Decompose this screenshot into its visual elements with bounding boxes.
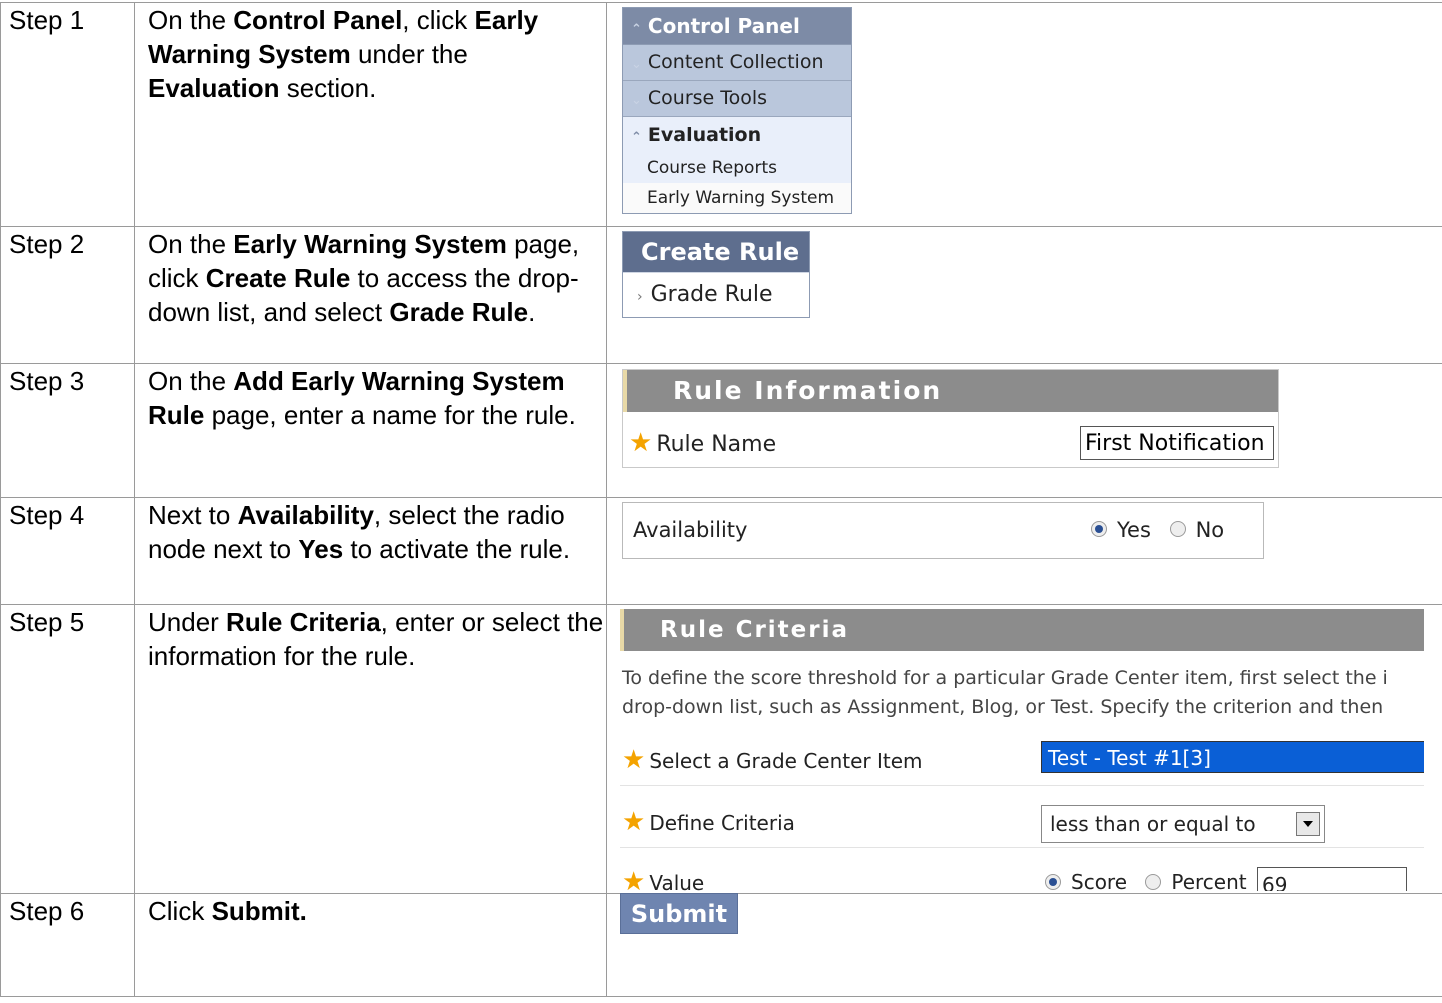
- step-row-1: Step 1 On the Control Panel, click Early…: [0, 2, 1442, 227]
- control-panel-item-content-collection[interactable]: ⌄ Content Collection: [623, 45, 851, 81]
- step-screenshot-cell: Create Rule › Grade Rule: [606, 226, 1442, 364]
- value-row: ★ Value Score Percent 69: [620, 853, 1424, 891]
- create-rule-button[interactable]: Create Rule: [623, 232, 809, 272]
- rule-name-input[interactable]: First Notification: [1080, 426, 1274, 460]
- control-panel: ⌃ Control Panel ⌄ Content Collection ⌄ Cour…: [622, 7, 852, 214]
- step-instruction: Under Rule Criteria, enter or select the…: [134, 604, 607, 894]
- availability-no-radio[interactable]: [1169, 521, 1186, 537]
- availability-no-label: No: [1195, 518, 1225, 542]
- rule-criteria-header: Rule Criteria: [620, 609, 1424, 651]
- availability-yes-label: Yes: [1117, 518, 1151, 542]
- step-instruction: On the Control Panel, click Early Warnin…: [134, 2, 607, 227]
- bold-term: Yes: [298, 534, 344, 564]
- bold-term: Early Warning System: [233, 229, 507, 259]
- step-row-4: Step 4 Next to Availability, select the …: [0, 497, 1442, 605]
- chevron-down-icon: ⌄: [631, 93, 642, 108]
- grade-center-item-label: ★ Select a Grade Center Item: [622, 745, 923, 775]
- value-label: ★ Value: [622, 865, 704, 891]
- bold-term: Control Panel: [233, 5, 403, 35]
- bold-term: Create Rule: [205, 263, 351, 293]
- required-star-icon: ★: [629, 428, 653, 458]
- step-label: Step 1: [0, 2, 135, 227]
- rule-criteria-panel: Rule Criteria To define the score thresh…: [620, 609, 1424, 891]
- control-panel-item-course-tools[interactable]: ⌄ Course Tools: [623, 81, 851, 117]
- chevron-right-icon: ›: [637, 289, 643, 305]
- rule-information-header: Rule Information: [623, 370, 1278, 412]
- control-panel-header[interactable]: ⌃ Control Panel: [623, 8, 851, 45]
- bold-term: Grade Rule: [389, 297, 529, 327]
- grade-center-item-select[interactable]: Test - Test #1[3]: [1041, 741, 1424, 773]
- grade-rule-menu-item[interactable]: › Grade Rule: [623, 272, 809, 317]
- define-criteria-select[interactable]: less than or equal to: [1041, 805, 1325, 843]
- required-star-icon: ★: [622, 867, 646, 891]
- dropdown-arrow-icon[interactable]: [1296, 812, 1320, 836]
- step-label: Step 2: [0, 226, 135, 364]
- step-screenshot-cell: Rule Criteria To define the score thresh…: [606, 604, 1442, 894]
- step-screenshot-cell: Rule Information ★ Rule Name First Notifi…: [606, 363, 1442, 498]
- step-label: Step 6: [0, 893, 135, 997]
- required-star-icon: ★: [622, 745, 646, 775]
- step-row-5: Step 5 Under Rule Criteria, enter or sel…: [0, 604, 1442, 894]
- bold-term: Evaluation: [148, 73, 280, 103]
- required-star-icon: ★: [622, 807, 646, 837]
- steps-table: Step 1 On the Control Panel, click Early…: [0, 2, 1442, 997]
- step-instruction: On the Add Early Warning System Rule pag…: [134, 363, 607, 498]
- availability-panel: Availability Yes No: [622, 502, 1264, 559]
- chevron-up-icon: ⌃: [631, 22, 642, 37]
- submit-button[interactable]: Submit: [620, 893, 738, 934]
- step-instruction: On the Early Warning System page, click …: [134, 226, 607, 364]
- step-instruction: Click Submit.: [134, 893, 607, 997]
- availability-options: Yes No: [1091, 513, 1224, 547]
- score-label: Score: [1071, 870, 1128, 891]
- value-input[interactable]: 69: [1257, 866, 1407, 891]
- step-screenshot-cell: ⌃ Control Panel ⌄ Content Collection ⌄ Cour…: [606, 2, 1442, 227]
- rule-information-panel: Rule Information ★ Rule Name First Notifi…: [622, 369, 1279, 468]
- step-row-2: Step 2 On the Early Warning System page,…: [0, 226, 1442, 364]
- step-row-6: Step 6 Click Submit. Submit: [0, 893, 1442, 997]
- rule-name-label: ★ Rule Name: [629, 428, 777, 458]
- percent-label: Percent: [1171, 870, 1247, 891]
- step-label: Step 5: [0, 604, 135, 894]
- define-criteria-label: ★ Define Criteria: [622, 807, 795, 837]
- grade-center-item-row: ★ Select a Grade Center Item Test - Test …: [620, 731, 1424, 786]
- rule-criteria-description: To define the score threshold for a part…: [622, 667, 1388, 718]
- step-instruction: Next to Availability, select the radio n…: [134, 497, 607, 605]
- score-radio[interactable]: [1045, 873, 1061, 890]
- availability-label: Availability: [633, 518, 748, 542]
- chevron-down-icon: ⌄: [631, 57, 642, 72]
- step-screenshot-cell: Availability Yes No: [606, 497, 1442, 605]
- control-panel-link-early-warning-system[interactable]: Early Warning System: [623, 183, 851, 213]
- bold-term: Rule Criteria: [226, 607, 381, 637]
- control-panel-link-course-reports[interactable]: Course Reports: [623, 153, 851, 183]
- step-label: Step 3: [0, 363, 135, 498]
- bold-term: Add Early Warning System Rule: [148, 366, 565, 430]
- value-controls: Score Percent 69: [1041, 865, 1407, 891]
- step-row-3: Step 3 On the Add Early Warning System R…: [0, 363, 1442, 498]
- availability-yes-radio[interactable]: [1091, 521, 1107, 537]
- percent-radio[interactable]: [1145, 873, 1162, 890]
- chevron-up-icon: ⌃: [631, 130, 642, 145]
- control-panel-section-evaluation[interactable]: ⌃ Evaluation: [623, 117, 851, 153]
- bold-term: Availability: [237, 500, 374, 530]
- step-label: Step 4: [0, 497, 135, 605]
- step-screenshot-cell: Submit: [606, 893, 1442, 997]
- bold-term: Submit.: [211, 896, 307, 926]
- define-criteria-row: ★ Define Criteria less than or equal to: [620, 793, 1424, 848]
- create-rule-menu: Create Rule › Grade Rule: [622, 231, 810, 318]
